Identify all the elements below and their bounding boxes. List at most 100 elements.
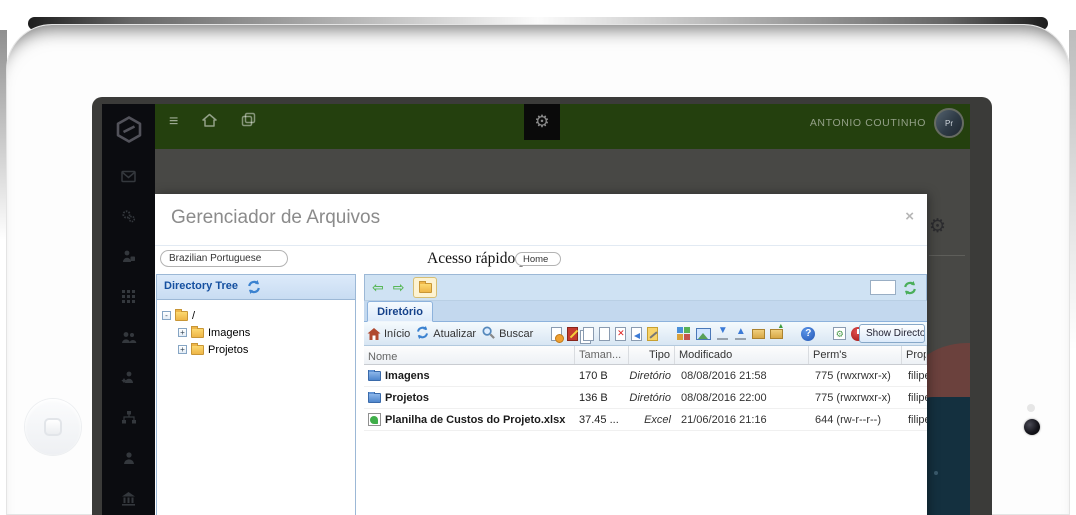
- excel-file-icon: [368, 413, 381, 426]
- bank-icon[interactable]: [121, 491, 136, 506]
- app-sidebar: [102, 104, 155, 515]
- rename-button[interactable]: [647, 327, 658, 341]
- folder-icon: [368, 371, 381, 381]
- cogs-icon[interactable]: [121, 209, 136, 223]
- inicio-button[interactable]: Início: [367, 327, 410, 341]
- folder-up-button[interactable]: [413, 277, 437, 298]
- folder-icon: [368, 393, 381, 403]
- tab-strip: Diretório: [364, 301, 927, 322]
- ambient-sensor-dot: [1027, 404, 1035, 412]
- background-dot: [934, 471, 938, 475]
- app-header: ≡ ⚙ ANTONIO COUTINHO Pr: [155, 104, 970, 149]
- close-icon[interactable]: ×: [905, 208, 914, 225]
- column-proprietario[interactable]: Prop: [902, 346, 927, 364]
- app-logo-icon[interactable]: [102, 104, 155, 154]
- menu-icon[interactable]: ≡: [169, 114, 178, 130]
- file-row-projetos[interactable]: Projetos 136 B Diretório 08/08/2016 22:0…: [364, 387, 927, 409]
- file-row-imagens[interactable]: Imagens 170 B Diretório 08/08/2016 21:58…: [364, 365, 927, 387]
- quick-access-home-button[interactable]: Home: [515, 252, 561, 266]
- delete-button[interactable]: ✕: [615, 327, 626, 341]
- dialog-title: Gerenciador de Arquivos: [171, 207, 380, 229]
- image-view-button[interactable]: [696, 328, 711, 340]
- column-tipo[interactable]: Tipo: [629, 346, 675, 364]
- device-home-button[interactable]: [25, 399, 81, 455]
- sidebar-nav: [102, 154, 155, 515]
- screen: ≡ ⚙ ANTONIO COUTINHO Pr ⚙: [92, 97, 992, 515]
- directory-tree-title: Directory Tree: [164, 280, 238, 292]
- back-icon[interactable]: ⇦: [372, 281, 384, 295]
- copy-pages-icon[interactable]: [241, 112, 256, 132]
- tab-diretorio[interactable]: Diretório: [367, 301, 433, 322]
- path-bar: ⇦ ⇨: [364, 274, 927, 301]
- home-icon[interactable]: [202, 113, 217, 132]
- delete-icon: ✕: [616, 328, 625, 340]
- browser-toolbar: Início Atualizar Buscar: [364, 322, 927, 346]
- extract-button[interactable]: [770, 329, 783, 339]
- language-button[interactable]: Brazilian Portuguese: [160, 250, 288, 267]
- folder-icon: [175, 311, 188, 321]
- device-right-edge: [1069, 30, 1076, 350]
- tree-item-imagens[interactable]: + Imagens: [157, 324, 355, 341]
- device-body: ≡ ⚙ ANTONIO COUTINHO Pr ⚙: [6, 24, 1070, 515]
- home-button-square: [44, 418, 62, 436]
- new-file-button[interactable]: [551, 327, 562, 341]
- mail-icon[interactable]: [121, 170, 136, 183]
- gear-icon: ⚙: [534, 114, 549, 131]
- buscar-button[interactable]: Buscar: [481, 325, 533, 343]
- users-icon[interactable]: [121, 330, 137, 344]
- upload-button[interactable]: [734, 326, 747, 341]
- grid-header: Nome Taman... Tipo Modificado Perm's Pro…: [364, 346, 927, 365]
- move-button[interactable]: [631, 327, 642, 341]
- camera-icon: [1024, 419, 1040, 435]
- user-icon[interactable]: [122, 451, 136, 465]
- file-row-planilha[interactable]: Planilha de Custos do Projeto.xlsx 37.45…: [364, 409, 927, 431]
- column-perms[interactable]: Perm's: [809, 346, 902, 364]
- sitemap-icon[interactable]: [121, 410, 137, 425]
- download-button[interactable]: [716, 326, 729, 341]
- dialog-utility-row: Brazilian Portuguese Acesso rápido para:…: [155, 246, 927, 273]
- forward-icon[interactable]: ⇨: [393, 281, 405, 295]
- expand-icon[interactable]: +: [178, 328, 187, 337]
- user-star-icon[interactable]: [121, 370, 136, 384]
- collapse-icon[interactable]: -: [162, 311, 171, 320]
- sync-icon[interactable]: [902, 280, 918, 301]
- show-directories-button[interactable]: Show Directorie: [859, 324, 925, 343]
- archive-button[interactable]: [752, 329, 765, 339]
- atualizar-button[interactable]: Atualizar: [415, 325, 476, 343]
- directory-tree-panel: Directory Tree - /: [156, 274, 356, 515]
- user-lock-icon[interactable]: [121, 249, 136, 263]
- refresh-icon: [415, 325, 430, 343]
- user-name[interactable]: ANTONIO COUTINHO: [810, 117, 926, 129]
- home-icon: [367, 327, 381, 341]
- column-tamanho[interactable]: Taman...: [575, 346, 629, 364]
- path-input[interactable]: [870, 280, 896, 295]
- background-gear-icon: ⚙: [929, 217, 946, 236]
- help-button[interactable]: ?: [801, 327, 815, 341]
- background-divider: [929, 255, 965, 256]
- settings-gear-button[interactable]: ⚙: [524, 104, 560, 140]
- dialog-content: Directory Tree - /: [155, 273, 927, 515]
- folder-icon: [419, 283, 432, 293]
- expand-icon[interactable]: +: [178, 345, 187, 354]
- device-mockup: ≡ ⚙ ANTONIO COUTINHO Pr ⚙: [0, 0, 1076, 515]
- tree-item-root[interactable]: - /: [157, 307, 355, 324]
- column-nome[interactable]: Nome: [364, 346, 575, 364]
- dialog-title-bar: Gerenciador de Arquivos ×: [155, 194, 927, 246]
- edit-button[interactable]: [567, 327, 578, 341]
- avatar[interactable]: Pr: [934, 108, 964, 138]
- tree-item-projetos[interactable]: + Projetos: [157, 341, 355, 358]
- tree-refresh-icon[interactable]: [246, 279, 262, 300]
- preferences-button[interactable]: ⚙: [833, 327, 846, 340]
- search-icon: [481, 325, 496, 343]
- column-modificado[interactable]: Modificado: [675, 346, 809, 364]
- directory-tree-body: - / + Imagens: [157, 300, 355, 358]
- directory-tree-header: Directory Tree: [157, 275, 355, 300]
- grid-icon[interactable]: [121, 289, 136, 304]
- app-viewport: ≡ ⚙ ANTONIO COUTINHO Pr ⚙: [102, 104, 970, 515]
- grid-view-button[interactable]: [676, 326, 691, 341]
- page-background: ⚙ Gerenciador de Arquivos × Brazilian Po…: [155, 149, 970, 515]
- copy-button[interactable]: [583, 327, 594, 341]
- folder-icon: [191, 328, 204, 338]
- file-manager-dialog: Gerenciador de Arquivos × Brazilian Port…: [155, 194, 927, 515]
- new-page-button[interactable]: [599, 327, 610, 341]
